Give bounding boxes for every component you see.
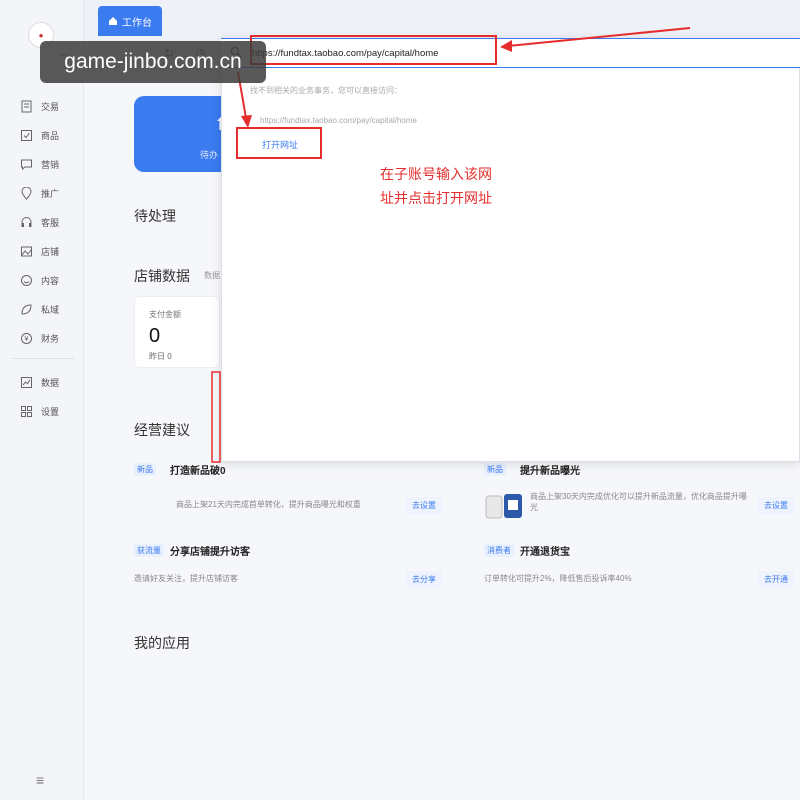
sidebar-item-label: 内容 — [41, 275, 60, 286]
menu-icon[interactable]: ≡ — [36, 772, 44, 788]
stat-card-payment[interactable]: 支付金额 0 昨日 0 — [134, 296, 220, 368]
home-icon — [109, 17, 117, 25]
todo-card[interactable]: ⬆ 待办 — [134, 96, 234, 172]
popup-hint: 找不到相关的业务事务，您可以直接访问： — [250, 86, 402, 95]
store-data-title: 店铺数据 — [134, 268, 190, 284]
sidebar-divider — [12, 358, 74, 359]
tip-title: 开通退货宝 — [520, 547, 570, 558]
checkbox-icon — [20, 129, 33, 142]
annotation-line2: 址并点击打开网址 — [380, 190, 492, 206]
sidebar-item-2[interactable]: 设置 — [20, 403, 59, 419]
tip-tag: 获流量 — [134, 544, 164, 557]
sidebar-item-label: 数据 — [41, 377, 60, 388]
my-apps-title: 我的应用 — [134, 635, 190, 651]
pending-title: 待处理 — [134, 208, 176, 224]
advice-title: 经营建议 — [134, 422, 190, 438]
sidebar-item-5[interactable]: 客服 — [20, 214, 59, 230]
sidebar-item-label: 客服 — [41, 217, 60, 228]
stat-label: 支付金额 — [149, 310, 181, 319]
product-image-icon — [485, 494, 522, 519]
tip-button[interactable]: 去设置 — [758, 497, 794, 514]
tip-title: 提升新品曝光 — [520, 466, 580, 477]
url-dropdown-panel — [221, 38, 800, 462]
smile-icon — [20, 274, 33, 287]
sidebar-item-1[interactable]: 数据 — [20, 374, 59, 390]
tip-tag: 消费者 — [484, 544, 514, 557]
sidebar-item-label: 店铺 — [41, 246, 60, 257]
svg-text:¥: ¥ — [25, 336, 29, 343]
sidebar-item-2[interactable]: 商品 — [20, 127, 59, 143]
tab-workbench[interactable]: 工作台 — [98, 6, 162, 36]
tip-desc: 商品上架21天内完成首单转化，提升商品曝光和权重 — [176, 500, 361, 509]
watermark: game-jinbo.com.cn — [40, 41, 266, 83]
leaf-icon — [20, 303, 33, 316]
sidebar-item-label: 商品 — [41, 130, 60, 141]
tip-button[interactable]: 去分享 — [406, 571, 442, 588]
chat-icon — [20, 158, 33, 171]
image-icon — [20, 245, 33, 258]
yuan-icon: ¥ — [20, 332, 33, 345]
annotation-line1: 在子账号输入该网 — [380, 166, 492, 182]
grid-icon — [20, 405, 33, 418]
sidebar-item-label: 营销 — [41, 159, 60, 170]
sidebar-item-8[interactable]: 私域 — [20, 301, 59, 317]
stat-yesterday: 昨日 0 — [149, 352, 172, 361]
tip-button[interactable]: 去开通 — [758, 571, 794, 588]
document-icon — [20, 100, 33, 113]
tip-tag: 新品 — [134, 463, 156, 476]
chart-icon — [20, 376, 33, 389]
sidebar-item-9[interactable]: ¥ 财务 — [20, 330, 59, 346]
tip-desc: 商品上架30天内完成优化可以提升新品流量，优化商品提升曝光 — [530, 492, 747, 512]
tip-title: 打造新品破0 — [170, 466, 226, 477]
tip-tag: 新品 — [484, 463, 506, 476]
highlight-open-box — [236, 127, 322, 159]
highlight-url-box — [250, 35, 497, 65]
sidebar-item-label: 设置 — [41, 406, 60, 417]
location-icon — [20, 186, 33, 200]
sidebar-item-6[interactable]: 店铺 — [20, 243, 59, 259]
sidebar-item-label: 交易 — [41, 101, 60, 112]
card-text: 待办 — [200, 150, 219, 160]
tip-desc: 订单转化可提升2%，降低售后投诉率40% — [484, 574, 632, 583]
sidebar-item-label: 推广 — [41, 188, 60, 199]
sidebar-item-7[interactable]: 内容 — [20, 272, 59, 288]
sidebar-item-label: 财务 — [41, 333, 60, 344]
sidebar: ● — [0, 0, 84, 800]
stat-value: 0 — [149, 325, 161, 347]
url-suggestion[interactable]: https://fundtax.taobao.com/pay/capital/h… — [260, 116, 417, 125]
sidebar-item-label: 私域 — [41, 304, 60, 315]
sidebar-item-1[interactable]: 交易 — [20, 98, 59, 114]
tab-workbench-label: 工作台 — [122, 17, 152, 29]
store-data-sub: 数据 — [204, 271, 220, 280]
headset-icon — [20, 216, 33, 229]
tip-desc: 邀请好友关注，提升店铺访客 — [134, 574, 238, 583]
sidebar-item-3[interactable]: 营销 — [20, 156, 59, 172]
tip-button[interactable]: 去设置 — [406, 497, 442, 514]
tip-title: 分享店铺提升访客 — [170, 547, 250, 558]
sidebar-item-4[interactable]: 推广 — [20, 185, 59, 201]
